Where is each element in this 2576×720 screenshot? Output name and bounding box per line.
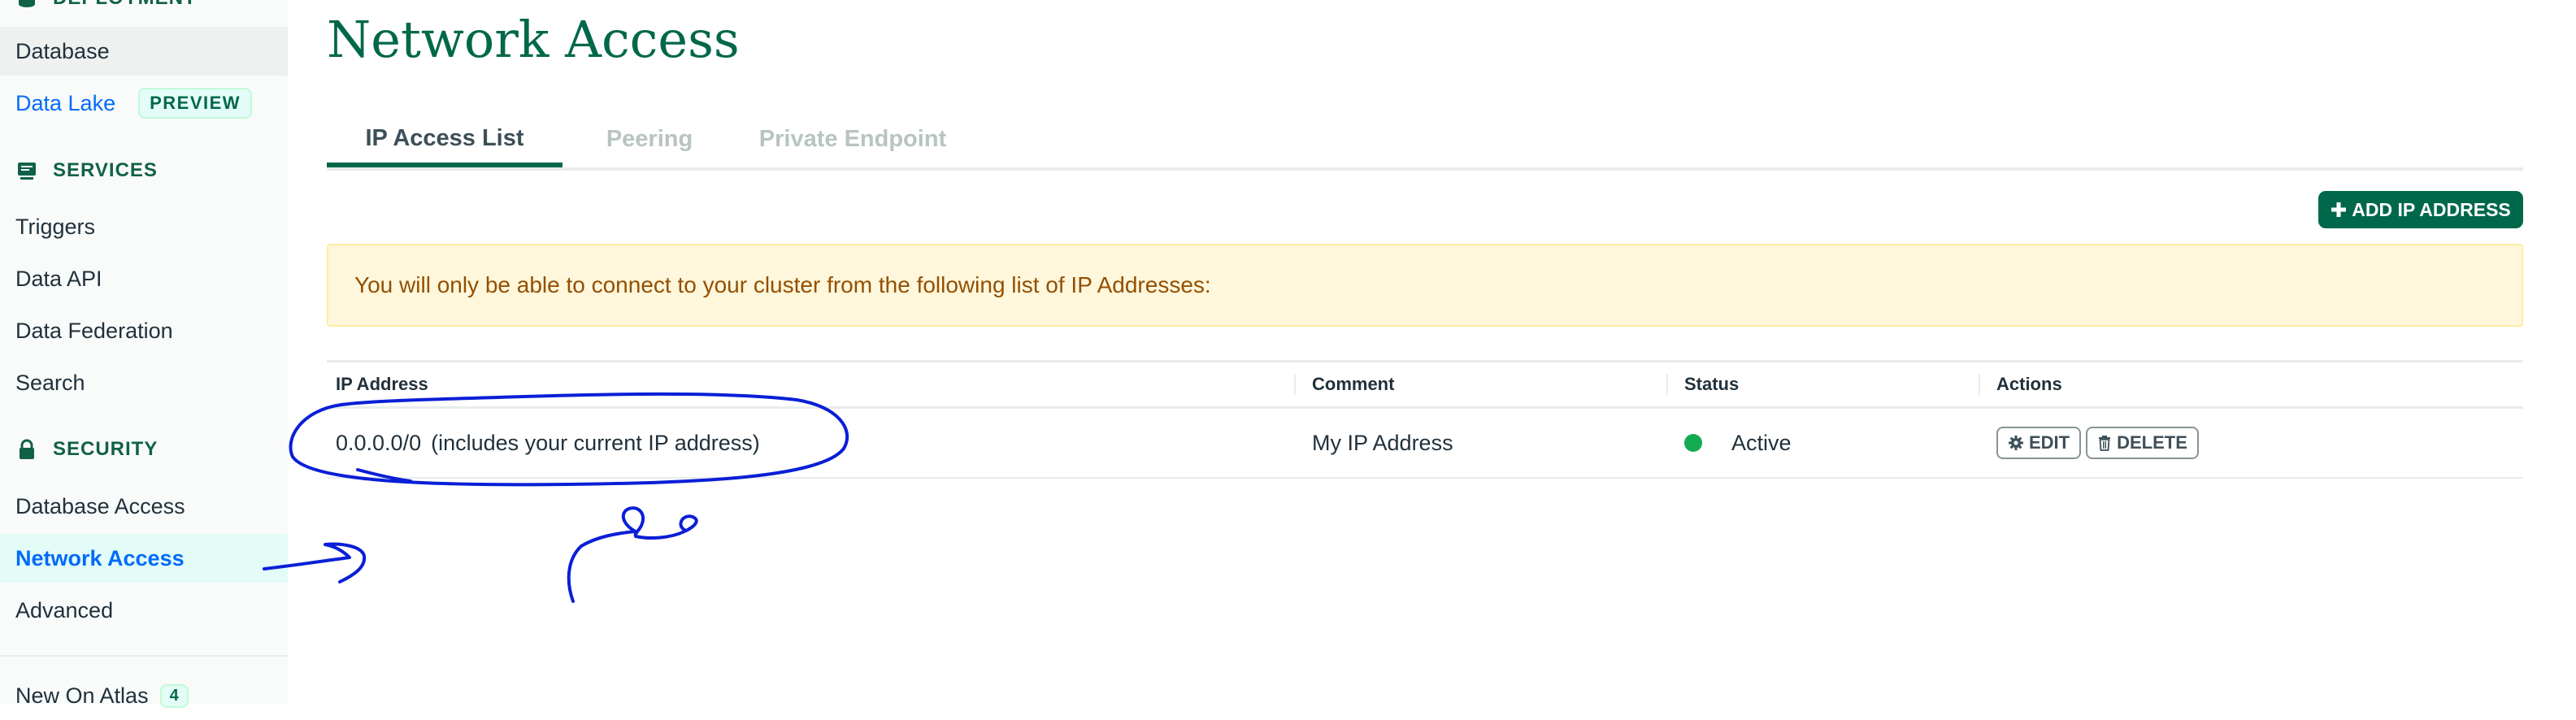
annotation-scribble (567, 506, 698, 603)
tab-private-endpoint[interactable]: Private Endpoint (743, 114, 962, 164)
sidebar-item-label: Data API (15, 266, 102, 291)
services-section-header: SERVICES (15, 159, 158, 182)
column-header-comment[interactable]: Comment (1312, 362, 1394, 406)
sidebar-item-data-api[interactable]: Data API (0, 254, 288, 303)
deployment-label: DEPLOYMENT (53, 0, 197, 10)
edit-button[interactable]: EDIT (1996, 427, 2082, 459)
delete-button[interactable]: DELETE (2086, 427, 2199, 459)
sidebar-item-label: Data Lake (15, 90, 116, 115)
plus-icon (2331, 202, 2347, 217)
tab-peering[interactable]: Peering (580, 114, 719, 164)
trash-icon (2099, 436, 2111, 451)
ip-address-cell: 0.0.0.0/0 (includes your current IP addr… (336, 409, 760, 477)
edit-label: EDIT (2029, 432, 2070, 453)
ip-address-note: (includes your current IP address) (431, 430, 760, 455)
delete-label: DELETE (2117, 432, 2187, 453)
services-icon (18, 163, 36, 180)
lock-icon (20, 439, 34, 459)
sidebar-divider (0, 655, 288, 657)
column-header-actions: Actions (1996, 374, 2062, 394)
sidebar-item-data-federation[interactable]: Data Federation (0, 306, 288, 355)
preview-badge: PREVIEW (138, 88, 253, 119)
column-separator (1294, 374, 1296, 395)
sidebar-item-network-access[interactable]: Network Access (0, 534, 288, 583)
page-title: Network Access (327, 10, 740, 69)
status-text: Active (1731, 430, 1792, 455)
ip-warning-banner: You will only be able to connect to your… (327, 244, 2523, 327)
sidebar-item-advanced[interactable]: Advanced (0, 586, 288, 635)
sidebar-item-search[interactable]: Search (0, 358, 288, 407)
sidebar-item-database-access[interactable]: Database Access (0, 482, 288, 531)
status-dot (1684, 434, 1702, 452)
security-label: SECURITY (53, 438, 159, 460)
status-cell: Active (1684, 409, 1792, 477)
table-row: 0.0.0.0/0 (includes your current IP addr… (327, 409, 2523, 479)
tab-ip-access-list[interactable]: IP Access List (327, 114, 563, 167)
services-label: SERVICES (53, 159, 158, 181)
add-ip-address-label: ADD IP ADDRESS (2352, 198, 2511, 220)
sidebar-item-database[interactable]: Database (0, 27, 288, 76)
add-ip-address-button[interactable]: ADD IP ADDRESS (2318, 191, 2523, 228)
sidebar-item-label: Data Federation (15, 318, 173, 343)
banner-text: You will only be able to connect to your… (354, 272, 1211, 297)
handwritten-annotations (263, 392, 849, 603)
table-header: IP Address Comment Status Actions (327, 360, 2523, 409)
comment-cell: My IP Address (1312, 430, 1453, 455)
column-header-ip-address[interactable]: IP Address (336, 362, 428, 406)
database-icon (19, 0, 35, 7)
sidebar: DEPLOYMENT Database Data Lake PREVIEW SE… (0, 0, 288, 708)
new-on-atlas-count-badge: 4 (159, 683, 189, 708)
actions-cell: EDIT DELETE (1996, 409, 2204, 477)
column-separator (1979, 374, 1980, 395)
sidebar-item-label: Network Access (15, 545, 185, 570)
gear-icon (2009, 436, 2023, 450)
sidebar-item-label: Database (15, 38, 110, 63)
sidebar-item-data-lake[interactable]: Data Lake PREVIEW (0, 79, 288, 128)
ip-address-value: 0.0.0.0/0 (336, 430, 422, 455)
sidebar-item-label: Database Access (15, 493, 185, 518)
sidebar-item-label: Search (15, 370, 85, 395)
column-separator (1666, 374, 1668, 395)
column-header-status[interactable]: Status (1684, 362, 1739, 406)
sidebar-item-label: Triggers (15, 214, 96, 239)
tab-bar: IP Access List Peering Private Endpoint (327, 114, 2523, 171)
sidebar-item-new-on-atlas[interactable]: New On Atlas 4 (0, 671, 288, 720)
deployment-section-header: DEPLOYMENT (15, 0, 197, 10)
ip-access-table: IP Address Comment Status Actions 0.0.0.… (327, 360, 2523, 479)
sidebar-item-triggers[interactable]: Triggers (0, 202, 288, 251)
security-section-header: SECURITY (15, 438, 158, 461)
sidebar-item-label: Advanced (15, 597, 114, 622)
